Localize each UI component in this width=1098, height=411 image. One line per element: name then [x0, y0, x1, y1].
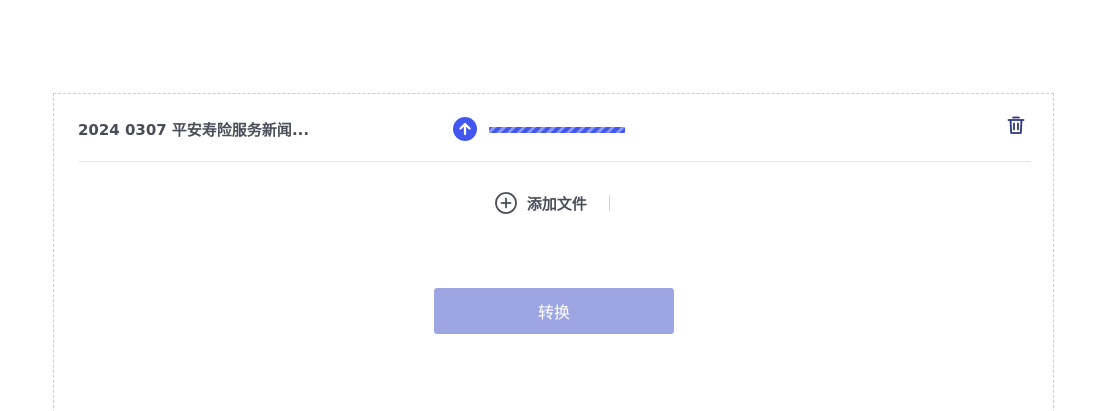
trash-icon[interactable]: [1004, 113, 1028, 137]
add-file-button[interactable]: 添加文件: [494, 191, 587, 215]
add-file-label: 添加文件: [527, 194, 588, 213]
file-row: 2024 0307 平安寿险服务新闻...: [78, 94, 1031, 162]
upload-arrow-icon: [453, 117, 477, 141]
file-drop-zone[interactable]: 2024 0307 平安寿险服务新闻... 添加文件 转换: [53, 93, 1054, 411]
upload-progress-fill: [489, 127, 625, 133]
convert-button[interactable]: 转换: [434, 288, 674, 334]
add-file-divider: [609, 195, 610, 211]
file-name: 2024 0307 平安寿险服务新闻...: [78, 121, 310, 139]
plus-circle-icon: [495, 192, 517, 214]
upload-progress-bar: [489, 127, 625, 133]
converter-page: 2024 0307 平安寿险服务新闻... 添加文件 转换: [0, 0, 1098, 411]
